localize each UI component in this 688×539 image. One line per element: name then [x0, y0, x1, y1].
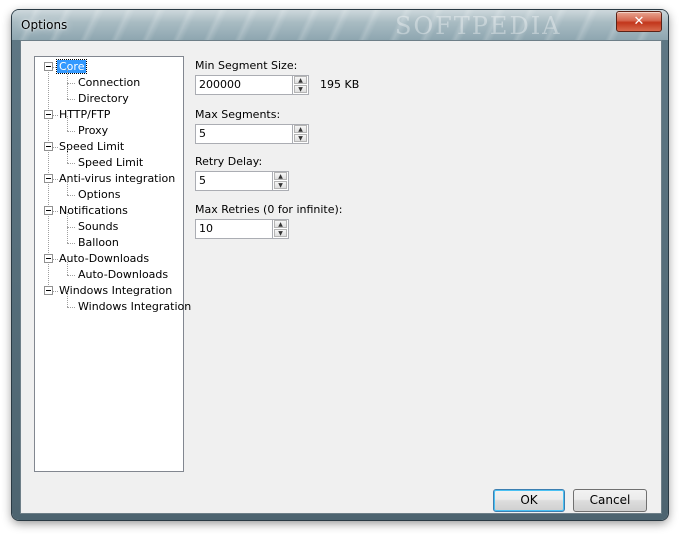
- retry-delay-stepper[interactable]: 5 ▲ ▼: [195, 171, 289, 191]
- spin-down-icon[interactable]: ▼: [294, 85, 307, 93]
- retry-delay-label: Retry Delay:: [195, 155, 263, 168]
- tree-item-label: Core: [55, 59, 88, 74]
- spin-up-icon[interactable]: ▲: [294, 76, 307, 84]
- tree-item[interactable]: Speed Limit: [76, 155, 145, 170]
- tree-collapse-icon[interactable]: [44, 62, 53, 71]
- tree-item[interactable]: Auto-Downloads: [57, 251, 151, 266]
- tree-collapse-icon[interactable]: [44, 110, 53, 119]
- tree-connector-line: [67, 148, 68, 163]
- max-segments-stepper[interactable]: 5 ▲ ▼: [195, 124, 309, 144]
- options-window: SOFTPEDIA Options ✕ Core Connection Direct…: [12, 10, 668, 520]
- tree-connector-line: [67, 228, 68, 243]
- tree-item-label: HTTP/FTP: [59, 108, 111, 121]
- tree-connector-line: [67, 243, 75, 244]
- tree-item-label: Directory: [78, 92, 129, 105]
- tree-connector-line: [67, 227, 75, 228]
- spin-up-icon[interactable]: ▲: [274, 172, 287, 180]
- max-retries-value[interactable]: 10: [199, 222, 213, 235]
- tree-collapse-icon[interactable]: [44, 174, 53, 183]
- spin-down-icon[interactable]: ▼: [294, 134, 307, 142]
- tree-item[interactable]: Connection: [76, 75, 142, 90]
- tree-connector-line: [67, 195, 75, 196]
- softpedia-watermark: SOFTPEDIA: [395, 12, 562, 40]
- retry-delay-value[interactable]: 5: [199, 174, 206, 187]
- tree-connector-line: [67, 275, 75, 276]
- ok-button[interactable]: OK: [493, 489, 565, 512]
- spin-up-icon[interactable]: ▲: [274, 220, 287, 228]
- tree-connector-line: [67, 212, 68, 227]
- close-icon: ✕: [633, 14, 645, 29]
- min-segment-size-suffix: 195 KB: [320, 78, 360, 91]
- tree-connector-line: [67, 163, 75, 164]
- tree-connector-line: [67, 116, 68, 131]
- tree-item-label: Speed Limit: [78, 156, 144, 169]
- tree-item[interactable]: Sounds: [76, 219, 120, 234]
- max-retries-label: Max Retries (0 for infinite):: [195, 203, 343, 216]
- max-retries-stepper[interactable]: 10 ▲ ▼: [195, 219, 289, 239]
- tree-item[interactable]: Anti-virus integration: [57, 171, 177, 186]
- tree-item-label: Connection: [78, 76, 141, 89]
- min-segment-size-value[interactable]: 200000: [199, 78, 241, 91]
- tree-item[interactable]: Windows Integration: [57, 283, 174, 298]
- spin-down-icon[interactable]: ▼: [274, 181, 287, 189]
- min-segment-size-stepper[interactable]: 200000 ▲ ▼: [195, 75, 309, 95]
- cancel-button[interactable]: Cancel: [573, 489, 647, 512]
- tree-collapse-icon[interactable]: [44, 286, 53, 295]
- tree-connector-line: [67, 307, 75, 308]
- tree-connector-line: [67, 260, 68, 275]
- tree-connector-line: [67, 83, 75, 84]
- tree-collapse-icon[interactable]: [44, 206, 53, 215]
- tree-connector-line: [67, 131, 75, 132]
- tree-item-label: Windows Integration: [78, 300, 192, 313]
- tree-item-label: Auto-Downloads: [59, 252, 150, 265]
- tree-item[interactable]: Directory: [76, 91, 131, 106]
- tree-item-label: Options: [78, 188, 121, 201]
- max-segments-value[interactable]: 5: [199, 127, 206, 140]
- window-title: Options: [21, 18, 68, 32]
- tree-connector-line: [67, 68, 68, 83]
- tree-item[interactable]: HTTP/FTP: [57, 107, 112, 122]
- tree-item-label: Proxy: [78, 124, 109, 137]
- tree-item[interactable]: Proxy: [76, 123, 110, 138]
- tree-item[interactable]: Options: [76, 187, 122, 202]
- tree-item-label: Sounds: [78, 220, 119, 233]
- tree-item[interactable]: Balloon: [76, 235, 121, 250]
- spin-up-icon[interactable]: ▲: [294, 125, 307, 133]
- options-tree[interactable]: Core Connection Directory HTTP/FTP Proxy Spee…: [34, 56, 191, 472]
- tree-item-label: Auto-Downloads: [78, 268, 169, 281]
- tree-connector-line: [67, 180, 68, 195]
- tree-connector-line: [67, 292, 68, 307]
- tree-connector-line: [67, 99, 75, 100]
- tree-connector-line: [67, 84, 68, 99]
- max-segments-label: Max Segments:: [195, 108, 281, 121]
- close-button[interactable]: ✕: [616, 11, 662, 32]
- tree-item-label: Balloon: [78, 236, 119, 249]
- tree-item[interactable]: Core: [55, 59, 88, 74]
- tree-item-label: Anti-virus integration: [59, 172, 176, 185]
- tree-item[interactable]: Windows Integration: [76, 299, 193, 314]
- tree-collapse-icon[interactable]: [44, 142, 53, 151]
- spin-down-icon[interactable]: ▼: [274, 229, 287, 237]
- dialog-body: Core Connection Directory HTTP/FTP Proxy Spee…: [20, 40, 662, 514]
- title-bar[interactable]: SOFTPEDIA Options ✕: [12, 10, 668, 40]
- tree-item[interactable]: Auto-Downloads: [76, 267, 170, 282]
- tree-collapse-icon[interactable]: [44, 254, 53, 263]
- min-segment-size-label: Min Segment Size:: [195, 59, 298, 72]
- tree-item-label: Windows Integration: [59, 284, 173, 297]
